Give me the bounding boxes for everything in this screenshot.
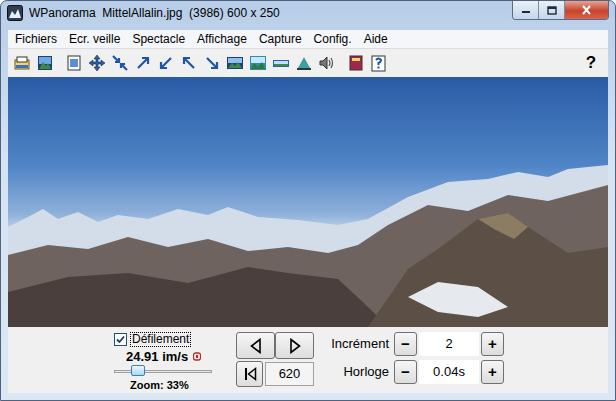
window-title: WPanorama MittelAllalin.jpg (3986) 600 x… <box>29 5 280 21</box>
check-icon <box>116 335 125 344</box>
arrow-se-icon <box>203 54 221 72</box>
setting-value: 0.04s <box>433 364 465 380</box>
scroll-label[interactable]: Défilement <box>130 332 191 347</box>
menu-item[interactable]: Fichiers <box>9 31 63 47</box>
speed-icon <box>193 352 201 361</box>
decrease-button[interactable]: − <box>394 360 417 384</box>
app-icon <box>7 5 23 21</box>
setting-label: Horloge <box>328 362 392 382</box>
first-button[interactable] <box>236 361 263 387</box>
menu-item[interactable]: Spectacle <box>126 31 191 47</box>
arrow-sw-button[interactable] <box>154 52 177 75</box>
setting-field[interactable]: 2 <box>419 332 479 356</box>
arrow-sw-icon <box>157 54 175 72</box>
setting-label: Incrément <box>328 334 392 354</box>
minimize-button[interactable] <box>513 1 539 19</box>
help-button[interactable]: ? <box>580 52 602 75</box>
arrow-ne-icon <box>134 54 152 72</box>
help-page-button[interactable] <box>367 52 390 75</box>
settings-group: Incrément− 2 + Horloge−0.04s + <box>328 327 504 384</box>
maximize-icon <box>547 6 557 15</box>
move-icon <box>88 54 106 72</box>
book-button[interactable] <box>344 52 367 75</box>
minimize-icon <box>521 6 531 14</box>
frame-rate: 24.91 im/s <box>126 349 188 364</box>
zoom-slider-thumb[interactable] <box>131 365 145 376</box>
toolbar: ? <box>8 48 608 77</box>
open-icon <box>13 54 31 72</box>
position-field[interactable]: 620 <box>265 362 314 386</box>
book-icon <box>347 54 365 72</box>
strip-icon <box>272 54 290 72</box>
arrow-ne-button[interactable] <box>131 52 154 75</box>
menu-item[interactable]: Capture <box>253 31 308 47</box>
close-button[interactable] <box>565 1 608 19</box>
menu-item[interactable]: Affichage <box>191 31 253 47</box>
menu-bar: FichiersEcr. veilleSpectacleAffichageCap… <box>8 30 608 48</box>
arrow-nw-icon <box>180 54 198 72</box>
menu-item[interactable]: Aide <box>358 31 394 47</box>
panorama-icon <box>226 54 244 72</box>
scroll-group: Défilement 24.91 im/s Zoom: 33% <box>114 327 216 391</box>
window-controls <box>512 1 609 20</box>
setting-field[interactable]: 0.04s <box>419 360 479 384</box>
strip-button[interactable] <box>269 52 292 75</box>
menu-item[interactable]: Ecr. veille <box>63 31 126 47</box>
landscape-icon <box>36 54 54 72</box>
panorama-button[interactable] <box>223 52 246 75</box>
landscape-button[interactable] <box>33 52 56 75</box>
shrink-icon <box>111 54 129 72</box>
page-icon <box>65 54 83 72</box>
shrink-button[interactable] <box>108 52 131 75</box>
maximize-button[interactable] <box>539 1 565 19</box>
menu-item[interactable]: Config. <box>308 31 358 47</box>
zoom-label: Zoom: 33% <box>130 379 216 391</box>
previous-button[interactable] <box>236 332 275 359</box>
title-bar: WPanorama MittelAllalin.jpg (3986) 600 x… <box>1 1 615 30</box>
decrease-button[interactable]: − <box>394 332 417 356</box>
arrow-se-button[interactable] <box>200 52 223 75</box>
screensaver-button[interactable] <box>292 52 315 75</box>
sound-button[interactable] <box>315 52 338 75</box>
sound-icon <box>318 54 336 72</box>
navigation-group: 620 <box>236 327 314 387</box>
help-page-icon <box>370 54 388 72</box>
open-button[interactable] <box>10 52 33 75</box>
increase-button[interactable]: + <box>481 332 504 356</box>
scroll-checkbox[interactable] <box>114 333 127 346</box>
next-button[interactable] <box>275 332 314 359</box>
increase-button[interactable]: + <box>481 360 504 384</box>
move-button[interactable] <box>85 52 108 75</box>
window: WPanorama MittelAllalin.jpg (3986) 600 x… <box>0 0 616 401</box>
screensaver-icon <box>295 54 313 72</box>
panorama-image <box>8 77 608 327</box>
mountains-photo <box>8 77 608 327</box>
previous-icon <box>250 338 262 354</box>
zoom-slider[interactable] <box>114 365 212 378</box>
arrow-nw-button[interactable] <box>177 52 200 75</box>
controls-panel: Défilement 24.91 im/s Zoom: 33% <box>8 327 608 393</box>
panorama-wide-icon <box>249 54 267 72</box>
close-icon <box>581 5 592 15</box>
client-area: FichiersEcr. veilleSpectacleAffichageCap… <box>8 30 608 393</box>
setting-value: 2 <box>445 336 452 352</box>
position-value: 620 <box>279 366 301 382</box>
page-button[interactable] <box>62 52 85 75</box>
panorama-wide-button[interactable] <box>246 52 269 75</box>
next-icon <box>289 338 301 354</box>
rewind-icon <box>243 367 257 381</box>
